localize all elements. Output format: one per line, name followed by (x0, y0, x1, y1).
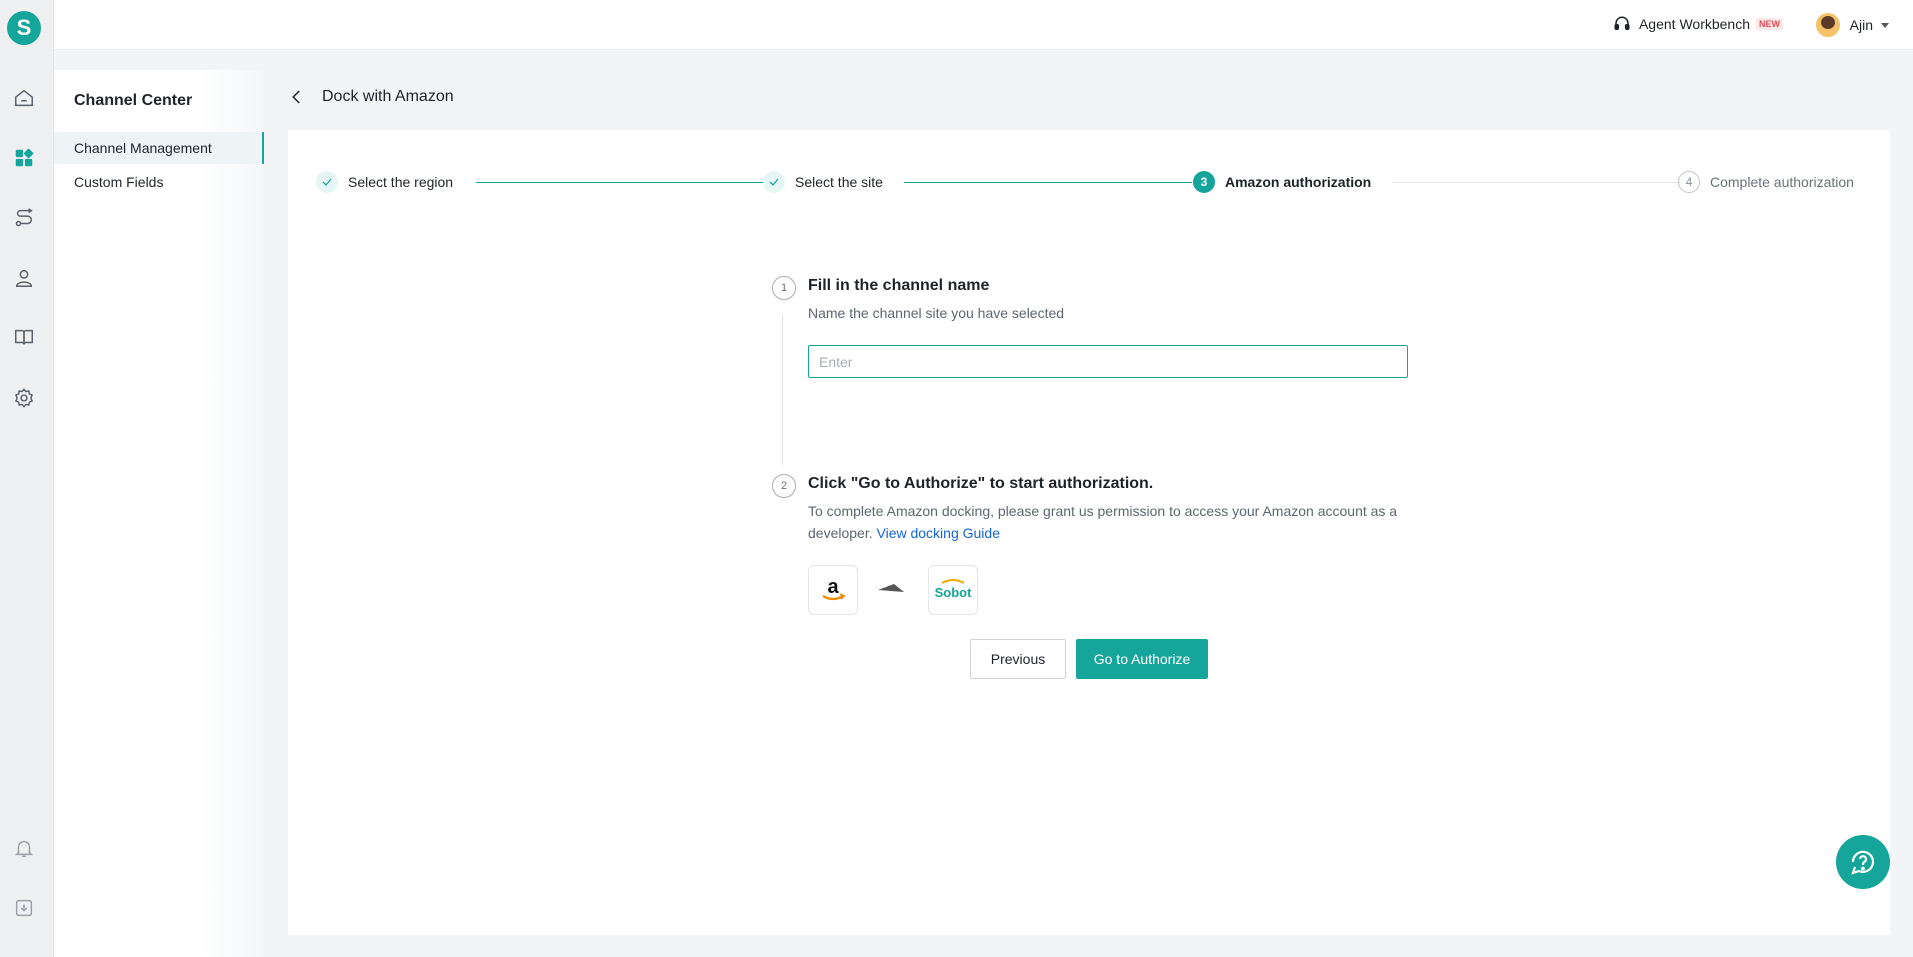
bell-icon[interactable] (12, 836, 36, 860)
amazon-logo-text: a (827, 576, 839, 598)
step-label: Complete authorization (1710, 174, 1854, 190)
app-logo[interactable]: S (7, 11, 41, 45)
step-number: 4 (1678, 171, 1700, 193)
step-connector (1392, 182, 1680, 183)
sidebar-item-custom-fields[interactable]: Custom Fields (54, 166, 264, 198)
sidebar-title: Channel Center (74, 92, 193, 109)
stepper: Select the region Select the site 3 Amaz… (316, 170, 1866, 194)
step-label: Select the site (795, 174, 883, 190)
check-icon (763, 171, 785, 193)
chevron-down-icon (1881, 22, 1889, 28)
step-label: Amazon authorization (1225, 174, 1372, 190)
sobot-logo-text: Sobot (935, 585, 972, 600)
step-number: 3 (1193, 171, 1215, 193)
help-question-icon (1851, 850, 1875, 875)
step-complete-authorization: 4 Complete authorization (1678, 170, 1854, 194)
sobot-logo: Sobot (928, 565, 978, 615)
customer-icon[interactable] (12, 266, 36, 290)
section-number: 2 (772, 474, 796, 498)
step-label: Select the region (348, 174, 454, 190)
step-select-site: Select the site (763, 170, 883, 194)
page-header: Dock with Amazon (288, 88, 454, 106)
sidebar-item-channel-management[interactable]: Channel Management (54, 132, 264, 164)
page-title: Dock with Amazon (322, 88, 454, 105)
section-description: Name the channel site you have selected (808, 305, 1065, 321)
avatar (1815, 13, 1840, 37)
dashboard-grid-icon[interactable] (12, 146, 36, 170)
top-bar: Agent Workbench NEW Ajin (54, 0, 1913, 50)
new-badge: NEW (1756, 18, 1783, 30)
settings-gear-icon[interactable] (12, 386, 36, 410)
section-description: To complete Amazon docking, please grant… (808, 500, 1408, 544)
go-to-authorize-button[interactable]: Go to Authorize (1076, 639, 1208, 679)
section-number: 1 (772, 276, 796, 300)
home-icon[interactable] (12, 86, 36, 110)
section-title: Fill in the channel name (808, 277, 990, 294)
book-icon[interactable] (12, 325, 36, 349)
channel-center-sidebar: Channel Center Channel Management Custom… (54, 70, 264, 957)
step-select-region: Select the region (316, 170, 453, 194)
back-arrow-icon[interactable] (288, 88, 306, 106)
left-nav-rail: S (0, 0, 54, 957)
user-name: Ajin (1849, 17, 1873, 33)
authorization-card: Select the region Select the site 3 Amaz… (288, 130, 1890, 935)
previous-button[interactable]: Previous (970, 639, 1066, 679)
download-icon[interactable] (12, 896, 36, 920)
route-icon[interactable] (12, 206, 36, 230)
user-menu[interactable]: Ajin (1815, 13, 1889, 37)
channel-name-input[interactable] (808, 345, 1408, 378)
amazon-logo: a (808, 565, 858, 615)
step-connector (904, 182, 1192, 183)
step-connector (476, 182, 764, 183)
agent-workbench-link[interactable]: Agent Workbench NEW (1613, 15, 1783, 33)
arrow-right-icon (878, 584, 904, 592)
section-connector-line (782, 315, 783, 465)
agent-workbench-label: Agent Workbench (1638, 16, 1750, 32)
view-docking-guide-link[interactable]: View docking Guide (877, 525, 1000, 541)
step-amazon-authorization: 3 Amazon authorization (1193, 170, 1371, 194)
headset-icon (1614, 16, 1630, 30)
help-button[interactable] (1836, 835, 1890, 889)
check-icon (316, 171, 338, 193)
section-title: Click "Go to Authorize" to start authori… (808, 475, 1154, 492)
